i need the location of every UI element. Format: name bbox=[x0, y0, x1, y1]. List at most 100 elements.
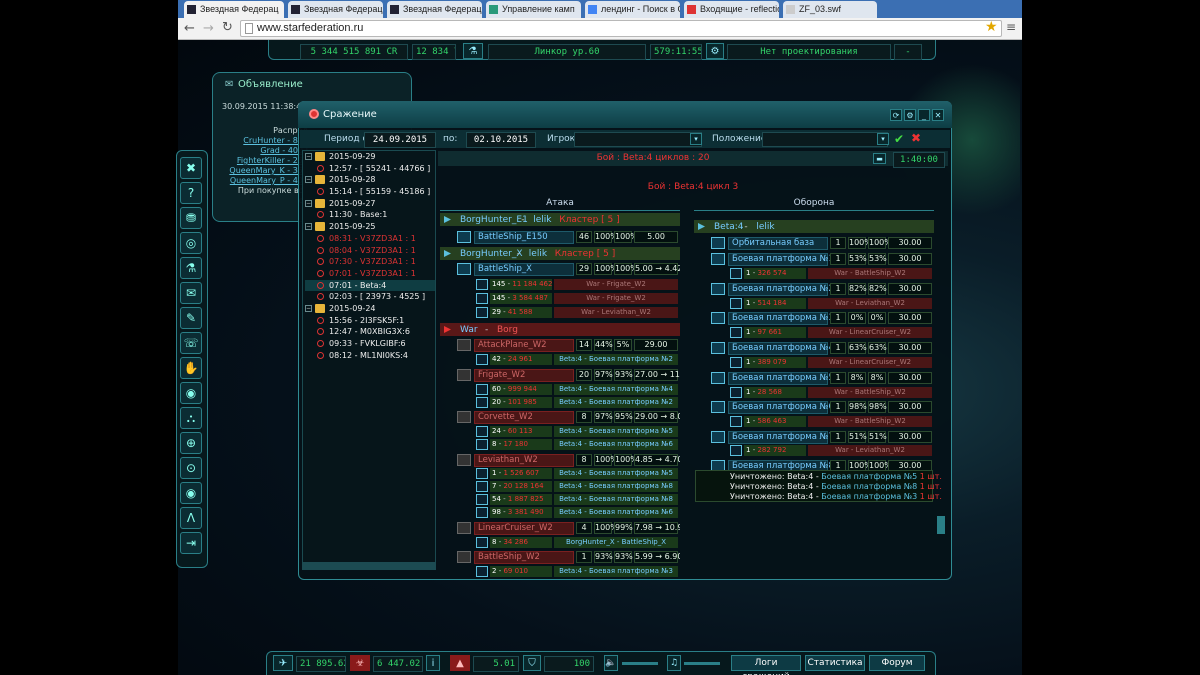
hit-row[interactable]: 1 - 97 661 War - LinearCruiser_W2 bbox=[694, 326, 934, 339]
reload-icon[interactable]: ↻ bbox=[222, 20, 233, 35]
sidebar-button[interactable]: ⊙ bbox=[180, 457, 202, 479]
log-entry[interactable]: 11:30 - Base:1 bbox=[305, 209, 435, 221]
sidebar-button[interactable]: ☏ bbox=[180, 332, 202, 354]
sidebar-button[interactable]: ✖ bbox=[180, 157, 202, 179]
hit-row[interactable]: 29 - 41 588 War - Leviathan_W2 bbox=[440, 306, 680, 319]
back-icon[interactable]: ← bbox=[184, 21, 195, 36]
log-entry[interactable]: 02:03 - [ 23973 - 4525 ] bbox=[305, 291, 435, 303]
menu-icon[interactable]: ≡ bbox=[1006, 20, 1016, 34]
forward-icon[interactable]: → bbox=[203, 21, 214, 36]
hit-row[interactable]: 1 - 326 574 War - BattleShip_W2 bbox=[694, 267, 934, 280]
log-entry[interactable]: 07:01 - V37ZD3A1 : 1 bbox=[305, 268, 435, 280]
log-entry[interactable]: 08:31 - V37ZD3A1 : 1 bbox=[305, 233, 435, 245]
log-entry[interactable]: 08:12 - ML1NI0KS:4 bbox=[305, 350, 435, 362]
ship-row[interactable]: BattleShip_W2 1 93% 93% 5.99 → 6.90 bbox=[440, 550, 680, 565]
ship-row[interactable]: BattleShip_X 29 100% 100% 5.00 → 4.42 bbox=[440, 262, 680, 277]
player-row[interactable]: BorgHunter_E1 - lelik Кластер [ 5 ] bbox=[440, 213, 680, 226]
ship-row[interactable]: Боевая платформа №6 1 98% 98% 30.00 bbox=[694, 400, 934, 415]
log-scrollbar[interactable] bbox=[302, 562, 436, 570]
ship-row[interactable]: BattleShip_E150 46 100% 100% 5.00 bbox=[440, 230, 680, 245]
sidebar-button[interactable]: ◉ bbox=[180, 482, 202, 504]
log-entry[interactable]: 12:47 - M0XBIG3X:6 bbox=[305, 326, 435, 338]
ship-row[interactable]: Боевая платформа №3 1 0% 0% 30.00 bbox=[694, 311, 934, 326]
log-entry[interactable]: 07:30 - V37ZD3A1 : 1 bbox=[305, 256, 435, 268]
log-date[interactable]: − 2015-09-25 bbox=[305, 221, 435, 233]
hit-row[interactable]: 8 - 34 286 BorgHunter_X - BattleShip_X bbox=[440, 536, 680, 549]
sidebar-button[interactable]: Λ bbox=[180, 507, 202, 529]
log-date[interactable]: − 2015-09-24 bbox=[305, 303, 435, 315]
sidebar-button[interactable]: ✎ bbox=[180, 307, 202, 329]
collapse-icon[interactable]: − bbox=[305, 153, 312, 160]
forum-button[interactable]: Форум bbox=[869, 655, 925, 671]
fleet-icon[interactable]: ✈ bbox=[273, 655, 293, 671]
sound-icon[interactable]: 🔈 bbox=[604, 655, 618, 671]
ship-row[interactable]: Боевая платформа №5 1 8% 8% 30.00 bbox=[694, 371, 934, 386]
hit-row[interactable]: 7 - 20 128 164 Beta:4 - Боевая платформа … bbox=[440, 480, 680, 493]
player-row[interactable]: BorgHunter_X - lelik Кластер [ 5 ] bbox=[440, 247, 680, 260]
shield-icon[interactable]: ⛉ bbox=[523, 655, 541, 671]
browser-tab[interactable]: Звездная Федерац bbox=[184, 1, 284, 18]
sidebar-button[interactable]: ✋ bbox=[180, 357, 202, 379]
sidebar-button[interactable]: ⛬ bbox=[180, 407, 202, 429]
hit-row[interactable]: 1 - 389 079 War - LinearCruiser_W2 bbox=[694, 356, 934, 369]
ship-row[interactable]: Frigate_W22097%93%27.00 → 11.00 bbox=[440, 368, 680, 383]
hit-row[interactable]: 1 - 514 184 War - Leviathan_W2 bbox=[694, 297, 934, 310]
hit-row[interactable]: 60 - 999 944 Beta:4 - Боевая платформа №4 bbox=[440, 383, 680, 396]
sidebar-button[interactable]: ◉ bbox=[180, 382, 202, 404]
hazard-icon[interactable]: ☣ bbox=[350, 655, 370, 671]
hit-row[interactable]: 98 - 3 381 490 Beta:4 - Боевая платформа … bbox=[440, 506, 680, 519]
hit-row[interactable]: 1 - 586 463 War - BattleShip_W2 bbox=[694, 415, 934, 428]
period-from[interactable]: 24.09.2015 bbox=[364, 132, 436, 148]
log-date[interactable]: − 2015-09-29 bbox=[305, 151, 435, 163]
music-icon[interactable]: ♫ bbox=[667, 655, 681, 671]
hit-row[interactable]: 42 - 24 961 Beta:4 - Боевая платформа №2 bbox=[440, 353, 680, 366]
battle-scrollbar[interactable] bbox=[937, 516, 945, 534]
log-entry[interactable]: 08:04 - V37ZD3A1 : 1 bbox=[305, 245, 435, 257]
player-row[interactable]: Beta:4 - lelik bbox=[694, 220, 934, 233]
collapse-icon[interactable]: − bbox=[305, 304, 312, 312]
hit-row[interactable]: 8 - 17 180 Beta:4 - Боевая платформа №6 bbox=[440, 438, 680, 451]
hit-row[interactable]: 54 - 1 887 825 Beta:4 - Боевая платформа … bbox=[440, 493, 680, 506]
hit-row[interactable]: 145 - 11 184 462 War - Frigate_W2 bbox=[440, 278, 680, 291]
battle-logs-button[interactable]: Логи сражений bbox=[731, 655, 801, 675]
factory-icon[interactable]: ▲ bbox=[450, 655, 470, 671]
ship-row[interactable]: Боевая платформа №2 1 82% 82% 30.00 bbox=[694, 282, 934, 297]
collapse-icon[interactable]: − bbox=[305, 199, 312, 207]
sidebar-button[interactable]: ? bbox=[180, 182, 202, 204]
ship-row[interactable]: LinearCruiser_W24100%99%7.98 → 10.92 bbox=[440, 521, 680, 536]
hit-row[interactable]: 1 - 1 526 607 Beta:4 - Боевая платформа №… bbox=[440, 467, 680, 480]
sidebar-button[interactable]: ⊕ bbox=[180, 432, 202, 454]
sidebar-button[interactable]: ⛃ bbox=[180, 207, 202, 229]
log-date[interactable]: − 2015-09-27 bbox=[305, 198, 435, 210]
sidebar-button[interactable]: ⇥ bbox=[180, 532, 202, 554]
bookmark-star-icon[interactable]: ★ bbox=[985, 19, 998, 35]
hit-row[interactable]: 1 - 282 792 War - Leviathan_W2 bbox=[694, 444, 934, 457]
music-slider[interactable] bbox=[684, 662, 720, 665]
sound-slider[interactable] bbox=[622, 662, 658, 665]
log-entry[interactable]: 15:56 - 2I3FSK5F:1 bbox=[305, 315, 435, 327]
browser-tab[interactable]: Звездная Федерация bbox=[288, 1, 383, 18]
statistics-button[interactable]: Статистика bbox=[805, 655, 865, 671]
ship-row[interactable]: Боевая платформа №1 1 53% 53% 30.00 bbox=[694, 252, 934, 267]
ship-row[interactable]: Боевая платформа №7 1 51% 51% 30.00 bbox=[694, 430, 934, 445]
collapse-icon[interactable]: − bbox=[305, 176, 312, 184]
sidebar-button[interactable]: ⚗ bbox=[180, 257, 202, 279]
log-entry[interactable]: 09:33 - FVKLGIBF:6 bbox=[305, 338, 435, 350]
ship-row[interactable]: Corvette_W2897%95%29.00 → 8.00 bbox=[440, 410, 680, 425]
hit-row[interactable]: 20 - 101 985 Beta:4 - Боевая платформа №2 bbox=[440, 396, 680, 409]
sidebar-button[interactable]: ✉ bbox=[180, 282, 202, 304]
collapse-icon[interactable]: − bbox=[305, 223, 312, 231]
hit-row[interactable]: 145 - 3 584 487 War - Frigate_W2 bbox=[440, 292, 680, 305]
sidebar-button[interactable]: ◎ bbox=[180, 232, 202, 254]
log-date[interactable]: − 2015-09-28 bbox=[305, 174, 435, 186]
ship-row[interactable]: Leviathan_W2 8 100% 100% 4.85 → 4.70 bbox=[440, 453, 680, 468]
ship-row[interactable]: Орбитальная база 1 100% 100% 30.00 bbox=[694, 236, 934, 251]
hit-row[interactable]: 1 - 28 568 War - BattleShip_W2 bbox=[694, 386, 934, 399]
info-icon[interactable]: i bbox=[426, 655, 440, 671]
ship-row[interactable]: Боевая платформа №4 1 63% 63% 30.00 bbox=[694, 341, 934, 356]
hit-row[interactable]: 2 - 69 010 Beta:4 - Боевая платформа №3 bbox=[440, 565, 680, 578]
log-entry[interactable]: 07:01 - Beta:4 bbox=[305, 279, 435, 292]
player-row[interactable]: War - Borg bbox=[440, 323, 680, 336]
ship-row[interactable]: AttackPlane_W2 14 44% 5% 29.00 bbox=[440, 338, 680, 353]
log-entry[interactable]: 15:14 - [ 55159 - 45186 ] bbox=[305, 186, 435, 198]
